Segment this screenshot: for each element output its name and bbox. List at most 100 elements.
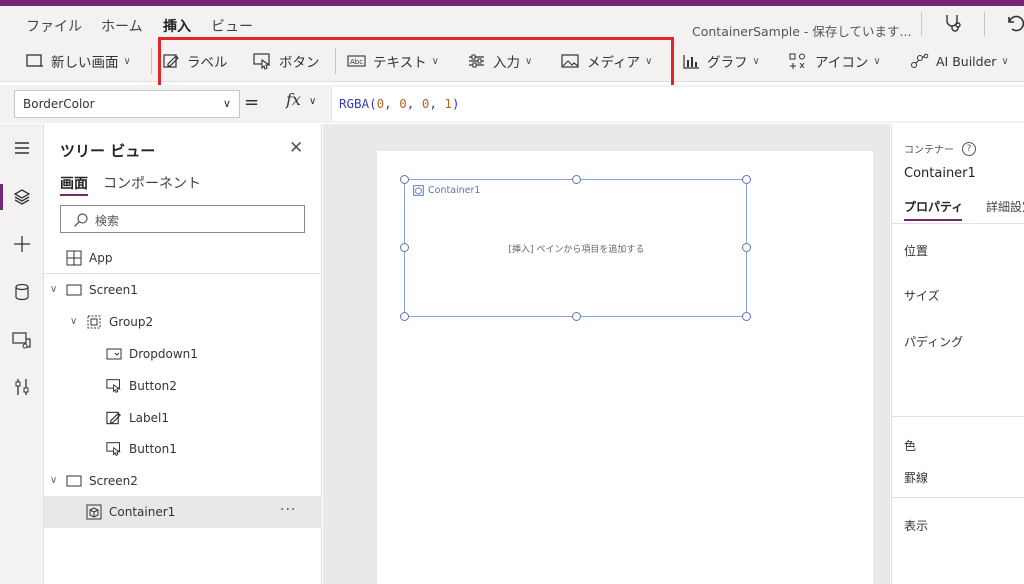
tab-advanced[interactable]: 詳細設定 xyxy=(986,198,1024,215)
tree-item-dropdown1[interactable]: Dropdown1 xyxy=(106,343,198,365)
advanced-tools-icon[interactable] xyxy=(0,372,44,402)
plus-icon[interactable] xyxy=(0,229,44,259)
chart-button[interactable]: グラフ ∨ xyxy=(683,40,760,82)
resize-handle[interactable] xyxy=(400,175,409,184)
resize-handle[interactable] xyxy=(400,312,409,321)
tab-screens[interactable]: 画面 xyxy=(60,173,88,193)
tree-item-label: Screen2 xyxy=(89,474,138,488)
prop-color[interactable]: 色 xyxy=(904,437,916,454)
close-icon[interactable]: ✕ xyxy=(289,138,303,158)
more-options-icon[interactable]: ··· xyxy=(280,502,296,518)
tree-item-button2[interactable]: Button2 xyxy=(106,375,177,397)
chevron-down-icon: ∨ xyxy=(752,55,760,67)
formula-close: ) xyxy=(451,96,460,111)
formula-arg: 0 xyxy=(399,96,407,111)
group-icon xyxy=(87,315,101,329)
control-type-label: コンテナー xyxy=(904,145,954,156)
menu-bar: ファイル ホーム 挿入 ビュー ContainerSample - 保存していま… xyxy=(0,6,1024,42)
menu-divider-2 xyxy=(984,12,985,36)
ai-builder-button[interactable]: AI Builder ∨ xyxy=(910,40,1009,82)
fx-icon[interactable]: fx xyxy=(286,90,301,109)
prop-position[interactable]: 位置 xyxy=(904,242,928,259)
icons-button-label: アイコン xyxy=(815,55,869,71)
prop-size[interactable]: サイズ xyxy=(904,287,940,304)
icons-button[interactable]: アイコン ∨ xyxy=(788,40,881,82)
save-status: ContainerSample - 保存しています... xyxy=(692,24,912,39)
undo-icon[interactable] xyxy=(1004,13,1024,37)
highlight-box xyxy=(158,37,674,89)
chevron-down-icon[interactable]: ∨ xyxy=(50,284,57,295)
resize-handle[interactable] xyxy=(572,175,581,184)
tree-divider xyxy=(44,273,322,274)
tab-properties[interactable]: プロパティ xyxy=(904,198,963,215)
menu-file[interactable]: ファイル xyxy=(26,16,82,36)
tree-item-label1[interactable]: Label1 xyxy=(106,407,169,429)
prop-padding[interactable]: パディング xyxy=(904,333,963,350)
ai-builder-icon xyxy=(911,53,929,68)
search-placeholder: 検索 xyxy=(95,214,120,228)
control-name[interactable]: Container1 xyxy=(904,166,976,181)
formula-function: RGBA( xyxy=(339,96,377,111)
screen-icon xyxy=(66,475,82,487)
menu-home[interactable]: ホーム xyxy=(101,16,143,36)
panel-divider xyxy=(892,497,1024,498)
tree-view-title: ツリー ビュー xyxy=(60,142,156,160)
resize-handle[interactable] xyxy=(742,243,751,252)
prop-visible[interactable]: 表示 xyxy=(904,517,928,534)
chevron-down-icon[interactable]: ∨ xyxy=(50,475,57,486)
formula-bar: BorderColor ∨ = fx ∨ RGBA(0, 0, 0, 1) xyxy=(0,85,1024,123)
left-rail xyxy=(0,124,44,584)
icons-icon xyxy=(789,53,805,69)
container-label: Container1 xyxy=(428,185,481,196)
formula-input[interactable]: RGBA(0, 0, 0, 1) xyxy=(331,87,1024,121)
tree-item-label: Screen1 xyxy=(89,283,138,297)
ai-builder-label: AI Builder xyxy=(936,53,997,69)
tree-view-panel: ツリー ビュー ✕ 画面 コンポーネント 検索 App ∨ Screen1 ∨ … xyxy=(44,124,322,584)
tree-view-layers-icon[interactable] xyxy=(0,182,44,212)
tree-search-input[interactable]: 検索 xyxy=(60,205,305,233)
resize-handle[interactable] xyxy=(572,312,581,321)
search-icon xyxy=(74,213,88,227)
tree-item-screen2[interactable]: Screen2 xyxy=(66,470,138,492)
chevron-down-icon[interactable]: ∨ xyxy=(309,96,316,107)
menu-view[interactable]: ビュー xyxy=(211,16,253,36)
tab-components[interactable]: コンポーネント xyxy=(103,173,201,193)
screen-canvas[interactable]: Container1 [挿入] ペインから項目を追加する xyxy=(377,151,873,584)
property-name: BorderColor xyxy=(23,97,95,111)
media-library-icon[interactable] xyxy=(0,325,44,355)
formula-arg: 0 xyxy=(376,96,385,111)
resize-handle[interactable] xyxy=(742,175,751,184)
resize-handle[interactable] xyxy=(400,243,409,252)
chevron-down-icon[interactable]: ∨ xyxy=(70,316,77,327)
resize-handle[interactable] xyxy=(742,312,751,321)
container-control[interactable]: Container1 [挿入] ペインから項目を追加する xyxy=(400,175,751,321)
hamburger-menu-icon[interactable] xyxy=(0,133,44,163)
chevron-down-icon: ∨ xyxy=(123,55,131,67)
property-dropdown[interactable]: BorderColor ∨ xyxy=(14,90,240,118)
formula-arg: 1 xyxy=(444,96,452,111)
properties-panel: コンテナー ? Container1 プロパティ 詳細設定 位置 サイズ パディ… xyxy=(891,124,1024,584)
tree-item-container1-content[interactable]: Container1 xyxy=(86,501,175,523)
chevron-down-icon: ∨ xyxy=(1001,55,1009,67)
formula-arg: 0 xyxy=(421,96,430,111)
button-icon xyxy=(106,379,121,393)
dropdown-icon xyxy=(106,348,122,360)
tree-item-screen1[interactable]: Screen1 xyxy=(66,279,138,301)
prop-border[interactable]: 罫線 xyxy=(904,469,928,486)
control-type: コンテナー ? xyxy=(904,141,976,156)
tree-item-button1[interactable]: Button1 xyxy=(106,438,177,460)
new-screen-button[interactable]: 新しい画面 ∨ xyxy=(26,40,131,82)
tree-item-group2[interactable]: Group2 xyxy=(86,311,153,333)
help-icon[interactable]: ? xyxy=(962,141,976,156)
container-icon xyxy=(86,504,102,520)
tree-item-label: Container1 xyxy=(109,505,176,519)
panel-divider xyxy=(892,416,1024,417)
ribbon-divider xyxy=(151,48,152,74)
menu-insert[interactable]: 挿入 xyxy=(163,16,191,36)
tree-item-label: Button2 xyxy=(129,379,177,393)
tree-item-app[interactable]: App xyxy=(66,247,112,269)
database-icon[interactable] xyxy=(0,277,44,307)
app-checker-icon[interactable] xyxy=(943,13,963,37)
app-icon xyxy=(66,250,82,266)
button-icon xyxy=(106,442,121,456)
